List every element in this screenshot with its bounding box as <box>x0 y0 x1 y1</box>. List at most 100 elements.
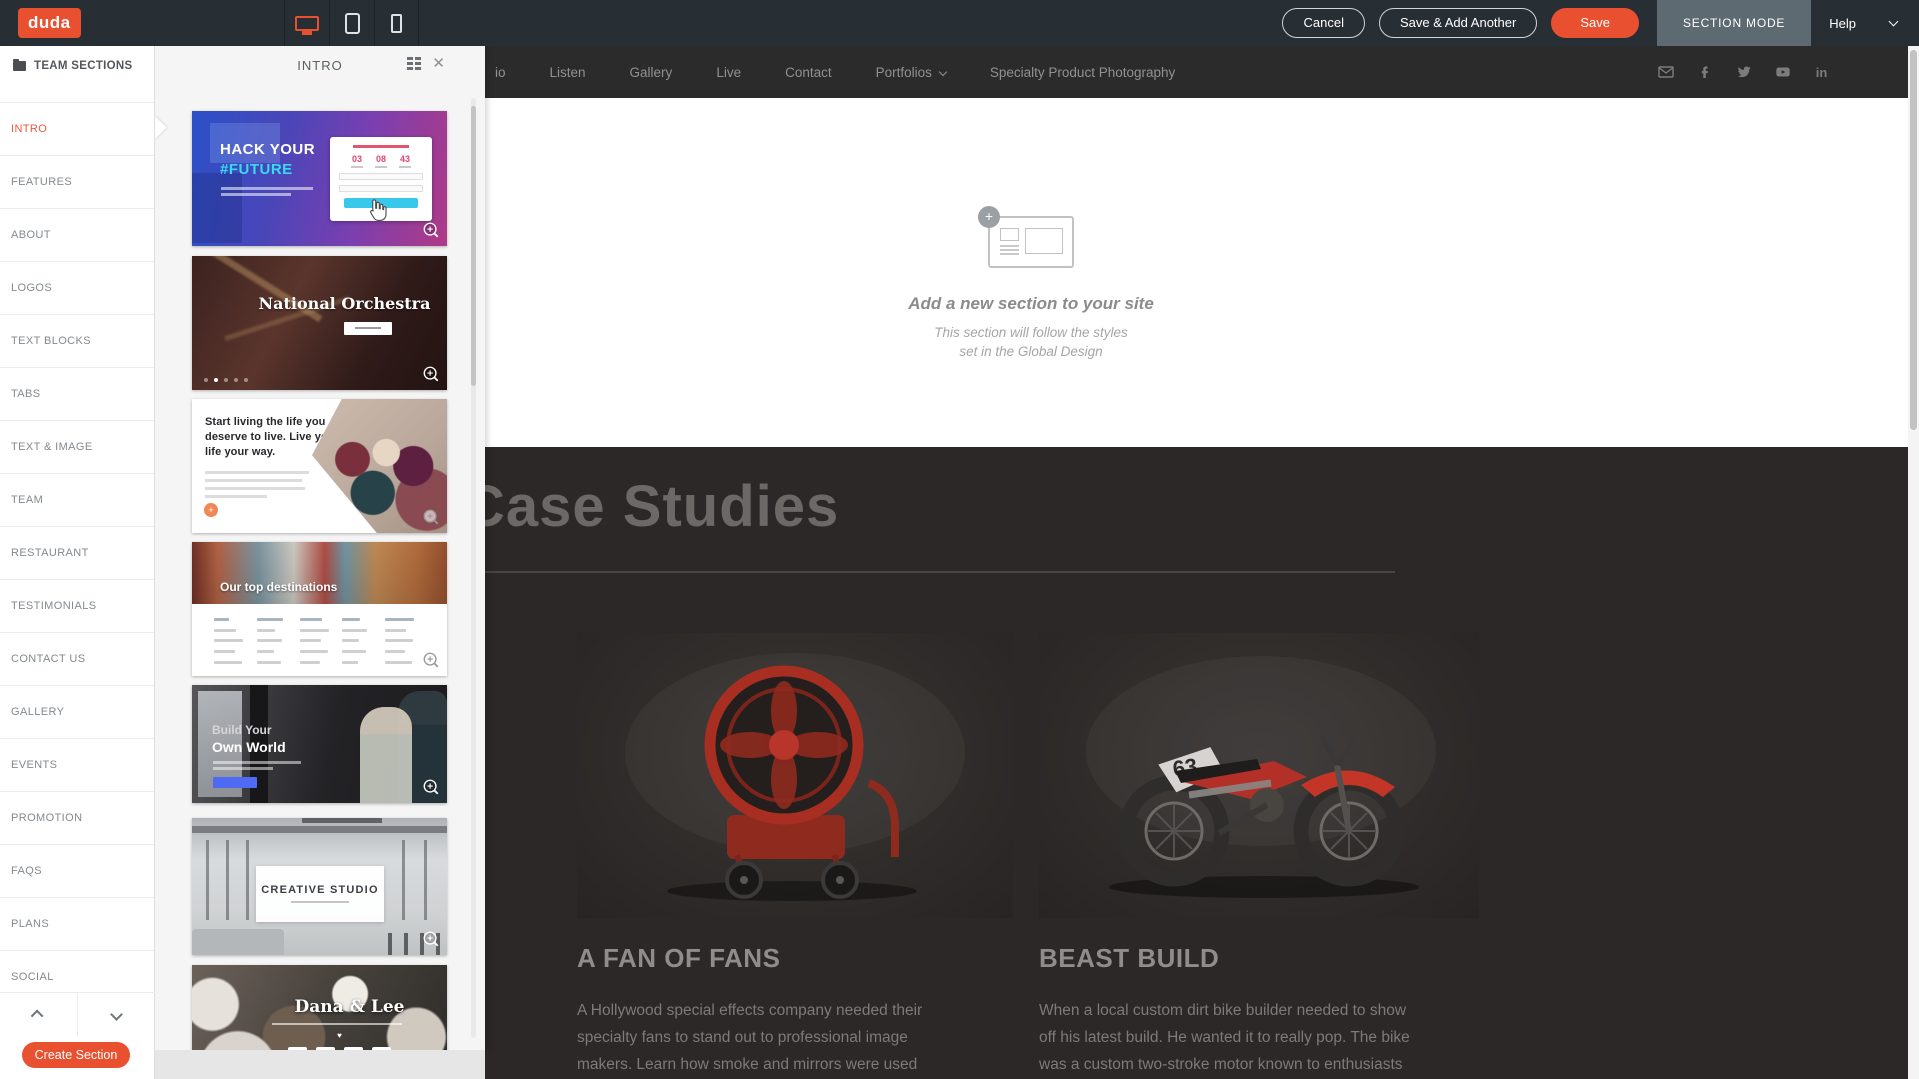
section-thumb-build-your-own-world[interactable]: Build Your Own World <box>192 685 447 803</box>
create-section-button[interactable]: Create Section <box>22 1042 130 1068</box>
grid-view-icon[interactable] <box>407 57 422 70</box>
zoom-preview-icon[interactable] <box>422 508 440 526</box>
zoom-preview-icon[interactable] <box>422 365 440 383</box>
hand-cursor <box>364 197 388 223</box>
sections-sidebar: TEAM SECTIONS INTROFEATURESABOUTLOGOSTEX… <box>0 46 155 1079</box>
sidebar-item-text-blocks[interactable]: TEXT BLOCKS <box>0 314 154 367</box>
main-scrollbar[interactable] <box>1908 46 1919 1079</box>
section-thumb-hack-your-future[interactable]: HACK YOUR #FUTURE 03 08 43 <box>192 111 447 246</box>
email-icon[interactable] <box>1657 64 1674 81</box>
sidebar-item-tabs[interactable]: TABS <box>0 367 154 420</box>
nav-item-portfolios[interactable]: Portfolios <box>876 65 946 80</box>
cancel-button[interactable]: Cancel <box>1282 8 1364 38</box>
save-button[interactable]: Save <box>1551 8 1639 38</box>
carousel-dots <box>204 378 248 382</box>
case-card-title: A FAN OF FANS <box>577 943 780 974</box>
help-label: Help <box>1829 16 1856 31</box>
sidebar-item-promotion[interactable]: PROMOTION <box>0 791 154 844</box>
add-section-placeholder: + Add a new section to your site This se… <box>821 216 1241 361</box>
thumb-title: HACK YOUR <box>220 141 315 158</box>
dirt-bike-image: 63 <box>1039 633 1479 918</box>
thumb-title: Dana & Lee <box>192 997 447 1017</box>
folder-icon <box>13 61 26 71</box>
thumb-subtitle: Own World <box>212 739 286 755</box>
sidebar-item-plans[interactable]: PLANS <box>0 897 154 950</box>
chevron-up-icon <box>31 1010 44 1023</box>
section-thumb-national-orchestra[interactable]: National Orchestra <box>192 256 447 390</box>
section-thumb-dana-and-lee[interactable]: Dana & Lee ♥ <box>192 965 447 1050</box>
zoom-preview-icon[interactable] <box>422 930 440 948</box>
editor-top-bar: duda Cancel Save & Add Another Save SECT… <box>0 0 1919 46</box>
desktop-icon <box>295 16 319 31</box>
panel-scrollbar[interactable] <box>471 98 476 1038</box>
case-card-body: When a local custom dirt bike builder ne… <box>1039 997 1415 1078</box>
sidebar-item-intro[interactable]: INTRO <box>0 102 154 155</box>
heart-icon: ♥ <box>192 1031 447 1040</box>
thumb-title: CREATIVE STUDIO <box>256 884 384 896</box>
youtube-icon[interactable] <box>1774 64 1791 81</box>
mini-button <box>213 777 257 788</box>
duda-editor-screen: io Listen Gallery Live Contact Portfolios Spe… <box>0 0 1919 1079</box>
sidebar-pager <box>0 992 155 1036</box>
desktop-view-tab[interactable] <box>284 0 329 46</box>
zoom-preview-icon[interactable] <box>422 651 440 669</box>
sidebar-item-text-image[interactable]: TEXT & IMAGE <box>0 420 154 473</box>
fan-machine-image <box>577 633 1013 918</box>
close-icon[interactable]: ✕ <box>432 57 445 70</box>
sidebar-item-contact-us[interactable]: CONTACT US <box>0 632 154 685</box>
panel-header: INTRO ✕ <box>155 46 485 84</box>
sidebar-item-restaurant[interactable]: RESTAURANT <box>0 526 154 579</box>
sidebar-item-gallery[interactable]: GALLERY <box>0 685 154 738</box>
case-card-body: A Hollywood special effects company need… <box>577 997 929 1079</box>
nav-item-live[interactable]: Live <box>716 65 741 80</box>
sidebar-items: INTROFEATURESABOUTLOGOSTEXT BLOCKSTABSTE… <box>0 102 154 1003</box>
placeholder-subtitle: This section will follow the styles set … <box>821 323 1241 361</box>
destinations-table <box>214 614 428 668</box>
nav-item-specialty-product-photography[interactable]: Specialty Product Photography <box>990 65 1175 80</box>
mobile-icon <box>391 14 402 33</box>
case-studies-title: Case Studies <box>463 473 839 540</box>
nav-item-listen[interactable]: Listen <box>550 65 586 80</box>
sidebar-header: TEAM SECTIONS <box>0 46 154 102</box>
mobile-view-tab[interactable] <box>374 0 419 46</box>
device-switcher <box>284 0 419 46</box>
sidebar-item-logos[interactable]: LOGOS <box>0 261 154 314</box>
zoom-preview-icon[interactable] <box>422 221 440 239</box>
placeholder-title: Add a new section to your site <box>821 294 1241 314</box>
tablet-icon <box>345 13 360 34</box>
help-menu[interactable]: Help <box>1811 0 1919 46</box>
mini-round-button: + <box>204 503 218 517</box>
site-nav-items: io Listen Gallery Live Contact Portfolios Spe… <box>495 46 1175 98</box>
thumb-title: National Orchestra <box>192 294 447 313</box>
scroll-down-button[interactable] <box>78 993 155 1036</box>
zoom-preview-icon[interactable] <box>422 778 440 796</box>
intro-sections-panel: INTRO ✕ HACK YOUR #FUTURE 03 08 43 <box>155 46 485 1050</box>
sidebar-item-events[interactable]: EVENTS <box>0 738 154 791</box>
sidebar-item-faqs[interactable]: FAQS <box>0 844 154 897</box>
twitter-icon[interactable] <box>1735 64 1752 81</box>
chevron-down-icon <box>1889 17 1899 27</box>
duda-logo: duda <box>18 8 81 38</box>
sidebar-item-team[interactable]: TEAM <box>0 473 154 526</box>
thumb-title: Build Your <box>212 723 272 737</box>
thumb-subtitle: #FUTURE <box>220 161 293 178</box>
save-add-another-button[interactable]: Save & Add Another <box>1379 8 1537 38</box>
section-thumb-top-destinations[interactable]: Our top destinations <box>192 542 447 676</box>
linkedin-icon[interactable]: in <box>1813 64 1830 81</box>
facebook-icon[interactable] <box>1696 64 1713 81</box>
scroll-up-button[interactable] <box>0 993 78 1036</box>
section-thumb-creative-studio[interactable]: CREATIVE STUDIO <box>192 818 447 955</box>
section-thumb-start-living[interactable]: Start living the life you deserve to liv… <box>192 399 447 533</box>
chevron-down-icon <box>110 1008 123 1021</box>
site-social-icons: in <box>1657 46 1830 98</box>
nav-item-partial[interactable]: io <box>495 65 506 80</box>
sidebar-item-features[interactable]: FEATURES <box>0 155 154 208</box>
plus-icon: + <box>978 206 1000 228</box>
divider <box>463 571 1395 573</box>
sidebar-item-testimonials[interactable]: TESTIMONIALS <box>0 579 154 632</box>
thumb-title: Our top destinations <box>220 580 337 594</box>
nav-item-gallery[interactable]: Gallery <box>630 65 673 80</box>
tablet-view-tab[interactable] <box>329 0 374 46</box>
sidebar-item-about[interactable]: ABOUT <box>0 208 154 261</box>
nav-item-contact[interactable]: Contact <box>785 65 832 80</box>
